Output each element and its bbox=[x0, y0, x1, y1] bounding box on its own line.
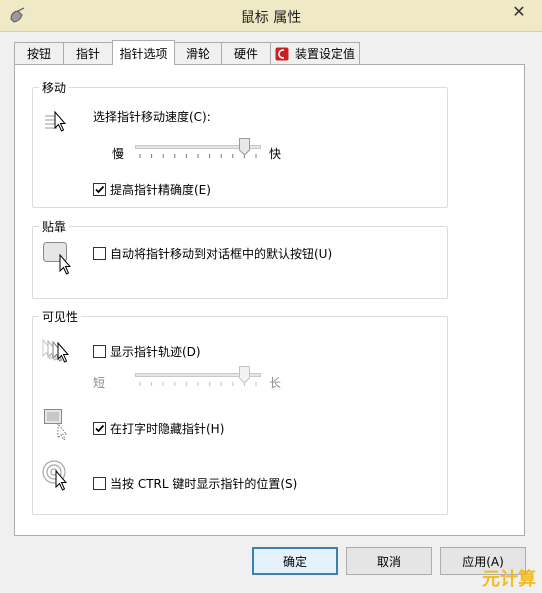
device-settings-icon bbox=[275, 47, 289, 60]
slider-thumb[interactable] bbox=[239, 138, 250, 156]
group-title: 贴靠 bbox=[39, 218, 70, 235]
pointer-speed-icon bbox=[45, 110, 67, 132]
group-title: 移动 bbox=[39, 79, 70, 96]
motion-group: 移动 选择指针移动速度(C): 慢 快 提高指针精确度(E) bbox=[32, 79, 448, 208]
precision-checkbox[interactable] bbox=[93, 183, 106, 196]
group-title: 可见性 bbox=[39, 308, 82, 325]
trails-label: 显示指针轨迹(D) bbox=[110, 345, 201, 359]
speed-slider[interactable] bbox=[135, 138, 261, 164]
tab-buttons[interactable]: 按钮 bbox=[14, 42, 64, 64]
tab-label: 滑轮 bbox=[185, 47, 210, 61]
tab-label: 指针 bbox=[75, 47, 100, 61]
speed-label: 选择指针移动速度(C): bbox=[93, 110, 211, 124]
title-bar: 鼠标 属性 ✕ bbox=[0, 0, 542, 32]
ok-label: 确定 bbox=[282, 554, 307, 569]
tab-wheel[interactable]: 滑轮 bbox=[174, 42, 222, 64]
trails-slider[interactable] bbox=[135, 366, 261, 392]
dialog-body: 按钮 指针 指针选项 滑轮 硬件 装置设定值 移动 选择指针移动速度(C): 慢… bbox=[0, 33, 542, 593]
slow-label: 慢 bbox=[112, 147, 125, 161]
hide-while-typing-checkbox[interactable] bbox=[93, 422, 106, 435]
window-title: 鼠标 属性 bbox=[240, 10, 302, 26]
tab-hardware[interactable]: 硬件 bbox=[221, 42, 271, 64]
hide-while-typing-icon bbox=[44, 409, 68, 440]
snap-to-icon bbox=[43, 242, 72, 275]
close-icon: ✕ bbox=[512, 1, 526, 21]
fast-label: 快 bbox=[269, 147, 282, 161]
tab-label: 装置设定值 bbox=[294, 47, 355, 61]
pointer-trails-icon bbox=[42, 338, 70, 363]
short-label: 短 bbox=[93, 376, 106, 390]
long-label: 长 bbox=[269, 376, 282, 390]
tab-label: 按钮 bbox=[26, 47, 51, 61]
tab-pointers[interactable]: 指针 bbox=[63, 42, 113, 64]
checkmark-icon bbox=[95, 185, 105, 194]
cancel-label: 取消 bbox=[376, 554, 401, 569]
snap-label: 自动将指针移动到对话框中的默认按钮(U) bbox=[110, 247, 333, 261]
ctrl-locate-icon bbox=[42, 460, 68, 491]
tab-label: 硬件 bbox=[233, 47, 258, 61]
precision-label: 提高指针精确度(E) bbox=[110, 183, 211, 197]
trails-checkbox[interactable] bbox=[93, 345, 106, 358]
checkmark-icon bbox=[95, 424, 105, 433]
ok-button[interactable]: 确定 bbox=[252, 547, 338, 575]
tab-device-settings[interactable]: 装置设定值 bbox=[270, 42, 360, 64]
snap-group: 贴靠 自动将指针移动到对话框中的默认按钮(U) bbox=[32, 218, 448, 299]
cancel-button[interactable]: 取消 bbox=[346, 547, 432, 575]
snap-checkbox[interactable] bbox=[93, 247, 106, 260]
ctrl-locate-label: 当按 CTRL 键时显示指针的位置(S) bbox=[110, 477, 298, 491]
watermark: 元计算 bbox=[482, 569, 536, 590]
slider-thumb[interactable] bbox=[239, 366, 250, 384]
tab-panel: 移动 选择指针移动速度(C): 慢 快 提高指针精确度(E) 贴靠 自动将指针移… bbox=[14, 64, 525, 536]
tab-pointer-options[interactable]: 指针选项 bbox=[112, 40, 175, 65]
hide-while-typing-label: 在打字时隐藏指针(H) bbox=[110, 422, 225, 436]
ctrl-locate-checkbox[interactable] bbox=[93, 477, 106, 490]
tab-label: 指针选项 bbox=[119, 46, 168, 61]
visibility-group: 可见性 显示指针轨迹(D) 短 长 在打字时隐藏指针(H) 当按 CTRL 键时… bbox=[32, 308, 448, 515]
close-button[interactable]: ✕ bbox=[504, 0, 534, 22]
